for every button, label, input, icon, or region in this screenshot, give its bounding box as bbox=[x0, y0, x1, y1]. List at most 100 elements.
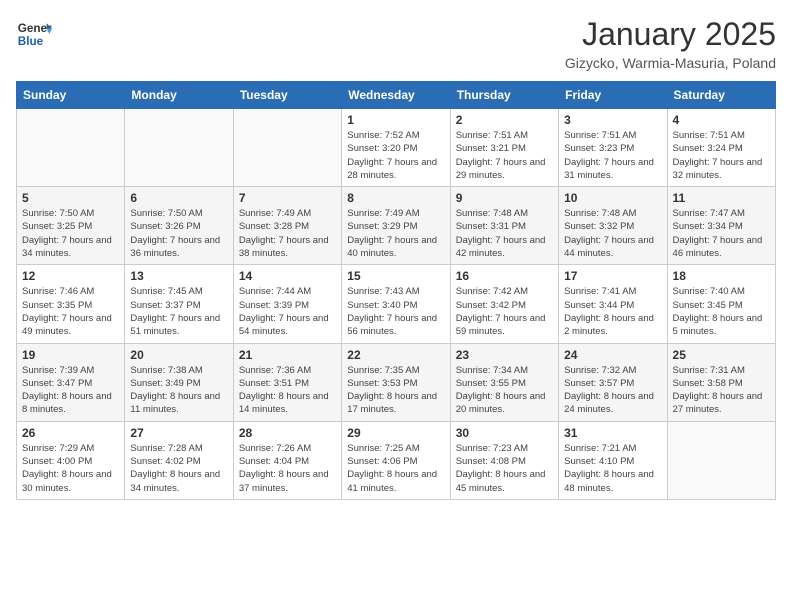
day-info: Sunrise: 7:39 AM Sunset: 3:47 PM Dayligh… bbox=[22, 364, 119, 417]
calendar-week-row: 1 Sunrise: 7:52 AM Sunset: 3:20 PM Daylig… bbox=[17, 109, 776, 187]
day-info: Sunrise: 7:47 AM Sunset: 3:34 PM Dayligh… bbox=[673, 207, 770, 260]
day-info: Sunrise: 7:41 AM Sunset: 3:44 PM Dayligh… bbox=[564, 285, 661, 338]
day-number: 27 bbox=[130, 426, 227, 440]
day-info: Sunrise: 7:51 AM Sunset: 3:23 PM Dayligh… bbox=[564, 129, 661, 182]
day-number: 21 bbox=[239, 348, 336, 362]
calendar-table: Sunday Monday Tuesday Wednesday Thursday… bbox=[16, 81, 776, 500]
table-row: 19 Sunrise: 7:39 AM Sunset: 3:47 PM Dayli… bbox=[17, 343, 125, 421]
day-info: Sunrise: 7:46 AM Sunset: 3:35 PM Dayligh… bbox=[22, 285, 119, 338]
svg-text:Blue: Blue bbox=[18, 35, 44, 48]
day-number: 12 bbox=[22, 269, 119, 283]
day-number: 29 bbox=[347, 426, 444, 440]
logo: General Blue bbox=[16, 16, 52, 52]
header-tuesday: Tuesday bbox=[233, 82, 341, 109]
day-number: 5 bbox=[22, 191, 119, 205]
logo-icon: General Blue bbox=[16, 16, 52, 52]
day-info: Sunrise: 7:43 AM Sunset: 3:40 PM Dayligh… bbox=[347, 285, 444, 338]
day-number: 3 bbox=[564, 113, 661, 127]
day-info: Sunrise: 7:52 AM Sunset: 3:20 PM Dayligh… bbox=[347, 129, 444, 182]
day-number: 16 bbox=[456, 269, 553, 283]
header-thursday: Thursday bbox=[450, 82, 558, 109]
table-row: 28Sunrise: 7:26 AM Sunset: 4:04 PM Dayli… bbox=[233, 421, 341, 499]
day-number: 11 bbox=[673, 191, 770, 205]
table-row: 31Sunrise: 7:21 AM Sunset: 4:10 PM Dayli… bbox=[559, 421, 667, 499]
table-row: 12 Sunrise: 7:46 AM Sunset: 3:35 PM Dayli… bbox=[17, 265, 125, 343]
day-number: 26 bbox=[22, 426, 119, 440]
day-number: 15 bbox=[347, 269, 444, 283]
day-number: 14 bbox=[239, 269, 336, 283]
day-number: 20 bbox=[130, 348, 227, 362]
calendar-week-row: 19 Sunrise: 7:39 AM Sunset: 3:47 PM Dayli… bbox=[17, 343, 776, 421]
day-info: Sunrise: 7:50 AM Sunset: 3:25 PM Dayligh… bbox=[22, 207, 119, 260]
table-row: 3 Sunrise: 7:51 AM Sunset: 3:23 PM Daylig… bbox=[559, 109, 667, 187]
calendar-week-row: 26Sunrise: 7:29 AM Sunset: 4:00 PM Dayli… bbox=[17, 421, 776, 499]
table-row: 9Sunrise: 7:48 AM Sunset: 3:31 PM Daylig… bbox=[450, 187, 558, 265]
day-number: 18 bbox=[673, 269, 770, 283]
table-row: 22Sunrise: 7:35 AM Sunset: 3:53 PM Dayli… bbox=[342, 343, 450, 421]
day-number: 22 bbox=[347, 348, 444, 362]
day-number: 10 bbox=[564, 191, 661, 205]
day-info: Sunrise: 7:36 AM Sunset: 3:51 PM Dayligh… bbox=[239, 364, 336, 417]
day-info: Sunrise: 7:31 AM Sunset: 3:58 PM Dayligh… bbox=[673, 364, 770, 417]
table-row: 11 Sunrise: 7:47 AM Sunset: 3:34 PM Dayli… bbox=[667, 187, 775, 265]
table-row: 16 Sunrise: 7:42 AM Sunset: 3:42 PM Dayli… bbox=[450, 265, 558, 343]
table-row: 20 Sunrise: 7:38 AM Sunset: 3:49 PM Dayli… bbox=[125, 343, 233, 421]
day-number: 17 bbox=[564, 269, 661, 283]
day-info: Sunrise: 7:48 AM Sunset: 3:32 PM Dayligh… bbox=[564, 207, 661, 260]
table-row: 21 Sunrise: 7:36 AM Sunset: 3:51 PM Dayli… bbox=[233, 343, 341, 421]
header-wednesday: Wednesday bbox=[342, 82, 450, 109]
table-row: 1 Sunrise: 7:52 AM Sunset: 3:20 PM Daylig… bbox=[342, 109, 450, 187]
day-info: Sunrise: 7:38 AM Sunset: 3:49 PM Dayligh… bbox=[130, 364, 227, 417]
day-number: 8 bbox=[347, 191, 444, 205]
table-row: 25 Sunrise: 7:31 AM Sunset: 3:58 PM Dayli… bbox=[667, 343, 775, 421]
day-number: 1 bbox=[347, 113, 444, 127]
table-row bbox=[667, 421, 775, 499]
day-info: Sunrise: 7:23 AM Sunset: 4:08 PM Dayligh… bbox=[456, 442, 553, 495]
table-row: 6 Sunrise: 7:50 AM Sunset: 3:26 PM Daylig… bbox=[125, 187, 233, 265]
day-number: 23 bbox=[456, 348, 553, 362]
table-row: 10 Sunrise: 7:48 AM Sunset: 3:32 PM Dayli… bbox=[559, 187, 667, 265]
table-row bbox=[17, 109, 125, 187]
day-number: 9 bbox=[456, 191, 553, 205]
day-info: Sunrise: 7:51 AM Sunset: 3:24 PM Dayligh… bbox=[673, 129, 770, 182]
table-row: 8 Sunrise: 7:49 AM Sunset: 3:29 PM Daylig… bbox=[342, 187, 450, 265]
day-info: Sunrise: 7:21 AM Sunset: 4:10 PM Dayligh… bbox=[564, 442, 661, 495]
header-sunday: Sunday bbox=[17, 82, 125, 109]
table-row: 7Sunrise: 7:49 AM Sunset: 3:28 PM Daylig… bbox=[233, 187, 341, 265]
day-info: Sunrise: 7:50 AM Sunset: 3:26 PM Dayligh… bbox=[130, 207, 227, 260]
calendar-subtitle: Gizycko, Warmia-Masuria, Poland bbox=[565, 55, 776, 71]
day-info: Sunrise: 7:49 AM Sunset: 3:28 PM Dayligh… bbox=[239, 207, 336, 260]
table-row: 2Sunrise: 7:51 AM Sunset: 3:21 PM Daylig… bbox=[450, 109, 558, 187]
table-row: 23 Sunrise: 7:34 AM Sunset: 3:55 PM Dayli… bbox=[450, 343, 558, 421]
day-number: 13 bbox=[130, 269, 227, 283]
header-friday: Friday bbox=[559, 82, 667, 109]
page-header: General Blue January 2025 Gizycko, Warmi… bbox=[16, 16, 776, 71]
day-number: 6 bbox=[130, 191, 227, 205]
table-row: 29 Sunrise: 7:25 AM Sunset: 4:06 PM Dayli… bbox=[342, 421, 450, 499]
day-info: Sunrise: 7:49 AM Sunset: 3:29 PM Dayligh… bbox=[347, 207, 444, 260]
calendar-title: January 2025 bbox=[565, 16, 776, 53]
day-number: 2 bbox=[456, 113, 553, 127]
weekday-header-row: Sunday Monday Tuesday Wednesday Thursday… bbox=[17, 82, 776, 109]
calendar-week-row: 5 Sunrise: 7:50 AM Sunset: 3:25 PM Daylig… bbox=[17, 187, 776, 265]
calendar-week-row: 12 Sunrise: 7:46 AM Sunset: 3:35 PM Dayli… bbox=[17, 265, 776, 343]
table-row: 4 Sunrise: 7:51 AM Sunset: 3:24 PM Daylig… bbox=[667, 109, 775, 187]
table-row: 26Sunrise: 7:29 AM Sunset: 4:00 PM Dayli… bbox=[17, 421, 125, 499]
table-row: 24Sunrise: 7:32 AM Sunset: 3:57 PM Dayli… bbox=[559, 343, 667, 421]
table-row: 5 Sunrise: 7:50 AM Sunset: 3:25 PM Daylig… bbox=[17, 187, 125, 265]
day-number: 4 bbox=[673, 113, 770, 127]
day-info: Sunrise: 7:45 AM Sunset: 3:37 PM Dayligh… bbox=[130, 285, 227, 338]
table-row: 27 Sunrise: 7:28 AM Sunset: 4:02 PM Dayli… bbox=[125, 421, 233, 499]
day-number: 19 bbox=[22, 348, 119, 362]
table-row: 18Sunrise: 7:40 AM Sunset: 3:45 PM Dayli… bbox=[667, 265, 775, 343]
table-row: 15 Sunrise: 7:43 AM Sunset: 3:40 PM Dayli… bbox=[342, 265, 450, 343]
day-info: Sunrise: 7:34 AM Sunset: 3:55 PM Dayligh… bbox=[456, 364, 553, 417]
day-info: Sunrise: 7:42 AM Sunset: 3:42 PM Dayligh… bbox=[456, 285, 553, 338]
day-number: 25 bbox=[673, 348, 770, 362]
header-monday: Monday bbox=[125, 82, 233, 109]
day-info: Sunrise: 7:44 AM Sunset: 3:39 PM Dayligh… bbox=[239, 285, 336, 338]
table-row bbox=[233, 109, 341, 187]
day-info: Sunrise: 7:25 AM Sunset: 4:06 PM Dayligh… bbox=[347, 442, 444, 495]
day-info: Sunrise: 7:28 AM Sunset: 4:02 PM Dayligh… bbox=[130, 442, 227, 495]
table-row bbox=[125, 109, 233, 187]
